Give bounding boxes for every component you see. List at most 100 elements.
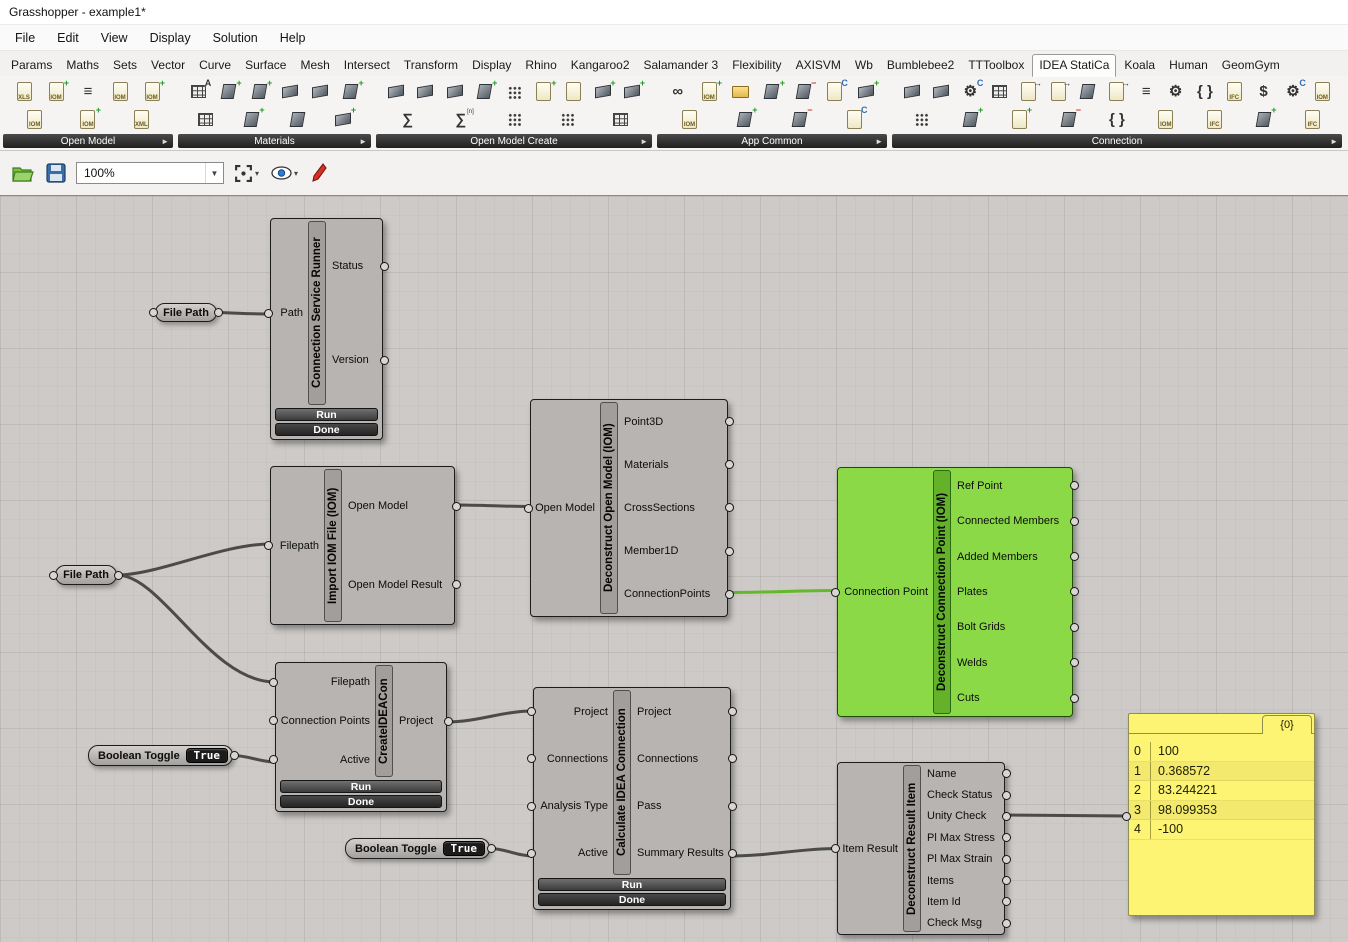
output-port[interactable]: [1070, 658, 1079, 667]
zoom-dropdown[interactable]: 100% ▼: [76, 162, 224, 184]
input-port-project[interactable]: [527, 707, 536, 716]
iom-doc-icon[interactable]: IOM: [23, 107, 47, 131]
panel-path-tab[interactable]: {0}: [1262, 715, 1312, 734]
output-port[interactable]: [725, 460, 734, 469]
beam-icon[interactable]: +: [760, 80, 784, 104]
done-button[interactable]: Done: [538, 893, 726, 906]
iom-doc-icon[interactable]: IOM+: [44, 80, 68, 104]
dots-icon[interactable]: [909, 107, 933, 131]
menu-file[interactable]: File: [4, 27, 46, 49]
grid-icon[interactable]: [988, 80, 1012, 104]
output-port[interactable]: [114, 571, 123, 580]
group-expand-arrow-icon[interactable]: ►: [359, 137, 367, 146]
panel-component[interactable]: {0} 010010.368572283.244221398.0993534-1…: [1128, 713, 1315, 916]
boolean-toggle-1[interactable]: Boolean Toggle True: [88, 745, 233, 766]
file-path-param-1[interactable]: File Path: [155, 303, 217, 322]
wedge-icon[interactable]: [413, 80, 437, 104]
grid-icon[interactable]: A: [186, 80, 210, 104]
run-button[interactable]: Run: [538, 878, 726, 891]
output-port[interactable]: [1070, 552, 1079, 561]
component-name-band[interactable]: Import IOM File (IOM): [324, 469, 342, 622]
brace-icon[interactable]: { }: [1193, 80, 1217, 104]
toggle-value[interactable]: True: [444, 842, 485, 855]
component-deconstruct-result-item[interactable]: Item Result Deconstruct Result Item Name…: [837, 762, 1005, 935]
tab-display[interactable]: Display: [466, 55, 517, 76]
menu-display[interactable]: Display: [139, 27, 202, 49]
output-port-open-model[interactable]: [452, 502, 461, 511]
input-port-filepath[interactable]: [264, 541, 273, 550]
wedge-icon[interactable]: [929, 80, 953, 104]
wedge-icon[interactable]: [900, 80, 924, 104]
wire-connection-points[interactable]: [728, 591, 837, 593]
input-port-filepath[interactable]: [269, 678, 278, 687]
list-icon[interactable]: ≡: [76, 80, 100, 104]
wedge-icon[interactable]: [278, 80, 302, 104]
tab-vector[interactable]: Vector: [145, 55, 191, 76]
beam-icon[interactable]: −: [1056, 107, 1080, 131]
component-deconstruct-open-model[interactable]: Open Model Deconstruct Open Model (IOM) …: [530, 399, 728, 617]
component-calculate-idea-connection[interactable]: Project Connections Analysis Type Active…: [533, 687, 731, 910]
wedge-icon[interactable]: +: [854, 80, 878, 104]
group-expand-arrow-icon[interactable]: ►: [161, 137, 169, 146]
output-port[interactable]: [728, 754, 737, 763]
tab-flexibility[interactable]: Flexibility: [726, 55, 787, 76]
wedge-icon[interactable]: [308, 80, 332, 104]
wedge-icon[interactable]: [384, 80, 408, 104]
output-port[interactable]: [728, 802, 737, 811]
output-port[interactable]: [1002, 855, 1011, 864]
input-port-item-result[interactable]: [831, 844, 840, 853]
boolean-toggle-2[interactable]: Boolean Toggle True: [345, 838, 490, 859]
input-port[interactable]: [1122, 812, 1131, 821]
output-port-version[interactable]: [380, 356, 389, 365]
iom-doc-icon[interactable]: IOM+: [76, 107, 100, 131]
wedge-icon[interactable]: +: [591, 80, 615, 104]
doc-icon[interactable]: +: [1007, 107, 1031, 131]
component-create-idea-con[interactable]: Filepath Connection Points Active Create…: [275, 662, 447, 812]
tab-human[interactable]: Human: [1163, 55, 1214, 76]
input-port-active[interactable]: [527, 849, 536, 858]
toggle-value[interactable]: True: [187, 749, 228, 762]
xml-doc-icon[interactable]: XML: [129, 107, 153, 131]
output-port[interactable]: [1070, 517, 1079, 526]
save-file-icon[interactable]: [44, 158, 68, 188]
folder-icon[interactable]: [729, 80, 753, 104]
component-name-band[interactable]: Calculate IDEA Connection: [613, 690, 631, 875]
iom-doc-icon[interactable]: IOM: [1310, 80, 1334, 104]
doc-icon[interactable]: →: [1017, 80, 1041, 104]
output-port[interactable]: [1070, 481, 1079, 490]
grid-icon[interactable]: [194, 107, 218, 131]
input-port-open-model[interactable]: [524, 504, 533, 513]
tab-koala[interactable]: Koala: [1118, 55, 1161, 76]
ribbon-group-label-connection[interactable]: Connection►: [892, 134, 1342, 148]
doc-icon[interactable]: →: [1046, 80, 1070, 104]
gear-icon[interactable]: ⚙C: [958, 80, 982, 104]
ifc-doc-icon[interactable]: IFC: [1222, 80, 1246, 104]
wire[interactable]: [117, 544, 270, 575]
tab-rhino[interactable]: Rhino: [519, 55, 562, 76]
beam-icon[interactable]: +: [1252, 107, 1276, 131]
tab-curve[interactable]: Curve: [193, 55, 237, 76]
output-port-open-model-result[interactable]: [452, 580, 461, 589]
ribbon-group-label-app-common[interactable]: App Common►: [657, 134, 887, 148]
input-port-active[interactable]: [269, 755, 278, 764]
iom-doc-icon[interactable]: IOM: [678, 107, 702, 131]
wire[interactable]: [447, 711, 533, 722]
wire[interactable]: [117, 575, 275, 682]
file-path-param-2[interactable]: File Path: [55, 565, 117, 585]
doc-icon[interactable]: C: [823, 80, 847, 104]
iom-doc-icon[interactable]: IOM: [108, 80, 132, 104]
component-import-iom-file[interactable]: Filepath Import IOM File (IOM) Open Mode…: [270, 466, 455, 625]
run-button[interactable]: Run: [280, 780, 442, 793]
wedge-icon[interactable]: +: [620, 80, 644, 104]
output-port[interactable]: [1002, 897, 1011, 906]
output-port[interactable]: [1070, 623, 1079, 632]
input-port-path[interactable]: [264, 309, 273, 318]
sum-icon[interactable]: ∑: [396, 107, 420, 131]
output-port[interactable]: [487, 844, 496, 853]
output-port-connection-points[interactable]: [725, 590, 734, 599]
menu-view[interactable]: View: [90, 27, 139, 49]
ifc-doc-icon[interactable]: IFC: [1203, 107, 1227, 131]
done-button[interactable]: Done: [275, 423, 378, 436]
input-port-connection-point[interactable]: [831, 588, 840, 597]
input-port[interactable]: [49, 571, 58, 580]
